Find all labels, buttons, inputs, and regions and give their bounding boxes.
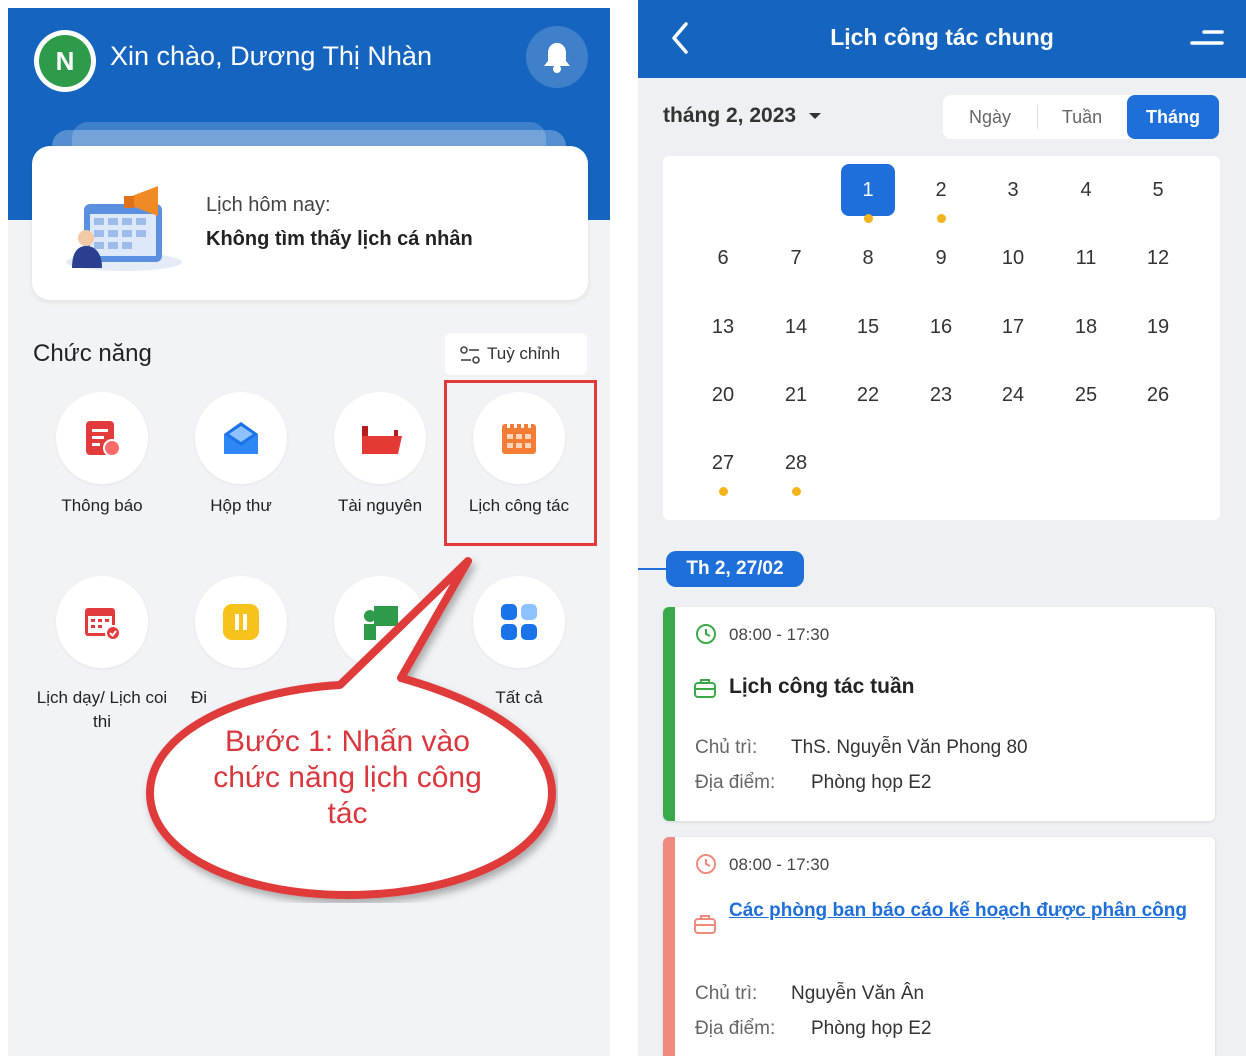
customize-label: Tuỳ chỉnh xyxy=(487,344,561,363)
month-calendar: 1 2 3 4 5 6 7 8 9 10 11 12 13 14 15 16 17 18 19 20 21 22 23 24 2… xyxy=(663,156,1220,520)
function-resources[interactable] xyxy=(334,392,426,484)
highlight-box xyxy=(444,380,597,546)
calendar-day[interactable]: 28 xyxy=(769,437,823,489)
function-notification[interactable] xyxy=(56,392,148,484)
host-label: Chủ trì: xyxy=(695,983,758,1004)
notification-doc-icon xyxy=(86,421,121,457)
calendar-megaphone-illustration-icon xyxy=(66,186,182,271)
calendar-day[interactable]: 20 xyxy=(696,369,750,421)
calendar-day[interactable]: 1 xyxy=(841,164,895,216)
avatar[interactable]: N xyxy=(34,30,96,92)
calendar-day[interactable]: 10 xyxy=(986,232,1040,284)
sliders-icon xyxy=(460,345,480,364)
home-screen: N Xin chào, Dương Thị Nhàn Lịch hôm nay:… xyxy=(8,8,610,1056)
host-value: ThS. Nguyễn Văn Phong 80 xyxy=(791,737,1028,758)
greeting-text: Xin chào, Dương Thị Nhàn xyxy=(110,41,432,71)
clock-icon xyxy=(696,854,716,874)
today-schedule-label: Lịch hôm nay: xyxy=(206,194,331,216)
briefcase-icon xyxy=(694,915,716,934)
caret-down-icon xyxy=(809,113,822,120)
event-dot xyxy=(864,214,873,223)
bell-icon xyxy=(544,43,570,73)
function-label: Thông báo xyxy=(61,496,143,515)
calendar-day[interactable]: 15 xyxy=(841,301,895,353)
host-value: Nguyễn Văn Ân xyxy=(791,983,925,1004)
place-value: Phòng họp E2 xyxy=(811,772,932,793)
calendar-day[interactable]: 7 xyxy=(769,232,823,284)
place-label: Địa điểm: xyxy=(695,1018,776,1039)
calendar-day[interactable]: 26 xyxy=(1131,369,1185,421)
event-title: Lịch công tác tuần xyxy=(729,675,915,698)
host-label: Chủ trì: xyxy=(695,737,758,758)
calendar-day[interactable]: 18 xyxy=(1059,301,1113,353)
place-label: Địa điểm: xyxy=(695,772,776,793)
calendar-day[interactable]: 17 xyxy=(986,301,1040,353)
calendar-day[interactable]: 13 xyxy=(696,301,750,353)
menu-icon[interactable] xyxy=(1190,28,1224,48)
calendar-day[interactable]: 16 xyxy=(914,301,968,353)
calendar-day[interactable]: 5 xyxy=(1131,164,1185,216)
event-title-link[interactable]: Các phòng ban báo cáo kế hoạch được phân… xyxy=(729,897,1189,924)
calendar-day[interactable]: 3 xyxy=(986,164,1040,216)
event-dot xyxy=(937,214,946,223)
view-mode-toggle: Ngày Tuần Tháng xyxy=(943,95,1219,139)
place-value: Phòng họp E2 xyxy=(811,1018,932,1039)
calendar-day[interactable]: 23 xyxy=(914,369,968,421)
function-mailbox[interactable] xyxy=(195,392,287,484)
calendar-day[interactable]: 22 xyxy=(841,369,895,421)
event-dot xyxy=(792,487,801,496)
event-time: 08:00 - 17:30 xyxy=(729,855,830,874)
today-schedule-value: Không tìm thấy lịch cá nhân xyxy=(206,228,473,250)
clock-icon xyxy=(696,624,716,644)
calendar-day[interactable]: 11 xyxy=(1059,232,1113,284)
today-schedule-card[interactable]: Lịch hôm nay: Không tìm thấy lịch cá nhâ… xyxy=(32,146,588,300)
event-card[interactable]: 08:00 - 17:30 Lịch công tác tuần Chủ trì… xyxy=(663,607,1215,821)
notification-button[interactable] xyxy=(526,26,588,88)
callout-bubble xyxy=(146,557,556,899)
calendar-check-icon xyxy=(85,608,121,641)
tab-month[interactable]: Tháng xyxy=(1127,95,1219,139)
event-card[interactable]: 08:00 - 17:30 Các phòng ban báo cáo kế h… xyxy=(663,837,1215,1056)
event-time: 08:00 - 17:30 xyxy=(729,625,830,644)
calendar-day[interactable]: 8 xyxy=(841,232,895,284)
calendar-day[interactable]: 27 xyxy=(696,437,750,489)
calendar-day[interactable]: 14 xyxy=(769,301,823,353)
avatar-letter: N xyxy=(39,35,91,87)
calendar-day[interactable]: 19 xyxy=(1131,301,1185,353)
tab-week[interactable]: Tuần xyxy=(1038,95,1126,139)
function-label: Tài nguyên xyxy=(337,496,423,515)
calendar-day[interactable]: 21 xyxy=(769,369,823,421)
page-title: Lịch công tác chung xyxy=(830,24,1054,50)
folder-icon xyxy=(362,424,402,454)
event-color-bar xyxy=(663,837,675,1056)
date-pill: Th 2, 27/02 xyxy=(666,551,804,587)
calendar-day[interactable]: 4 xyxy=(1059,164,1113,216)
calendar-day[interactable]: 2 xyxy=(914,164,968,216)
calendar-day[interactable]: 12 xyxy=(1131,232,1185,284)
calendar-day[interactable]: 9 xyxy=(914,232,968,284)
month-label: tháng 2, 2023 xyxy=(663,104,797,127)
calendar-day[interactable]: 25 xyxy=(1059,369,1113,421)
functions-section-title: Chức năng xyxy=(33,340,152,367)
work-schedule-screen: Lịch công tác chung tháng 2, 2023 Ngày T… xyxy=(638,0,1246,1056)
event-color-bar xyxy=(663,607,675,821)
mailbox-icon xyxy=(224,422,258,454)
tab-day[interactable]: Ngày xyxy=(943,95,1037,139)
briefcase-icon xyxy=(694,679,716,698)
month-selector[interactable]: tháng 2, 2023 xyxy=(663,104,822,128)
calendar-day[interactable]: 24 xyxy=(986,369,1040,421)
event-dot xyxy=(719,487,728,496)
callout-text: Bước 1: Nhấn vào chức năng lịch công tác xyxy=(213,725,482,830)
customize-button[interactable]: Tuỳ chỉnh xyxy=(445,333,587,375)
calendar-day[interactable]: 6 xyxy=(696,232,750,284)
function-teaching-exam-schedule[interactable] xyxy=(56,576,148,668)
function-label: Hộp thư xyxy=(210,496,272,515)
